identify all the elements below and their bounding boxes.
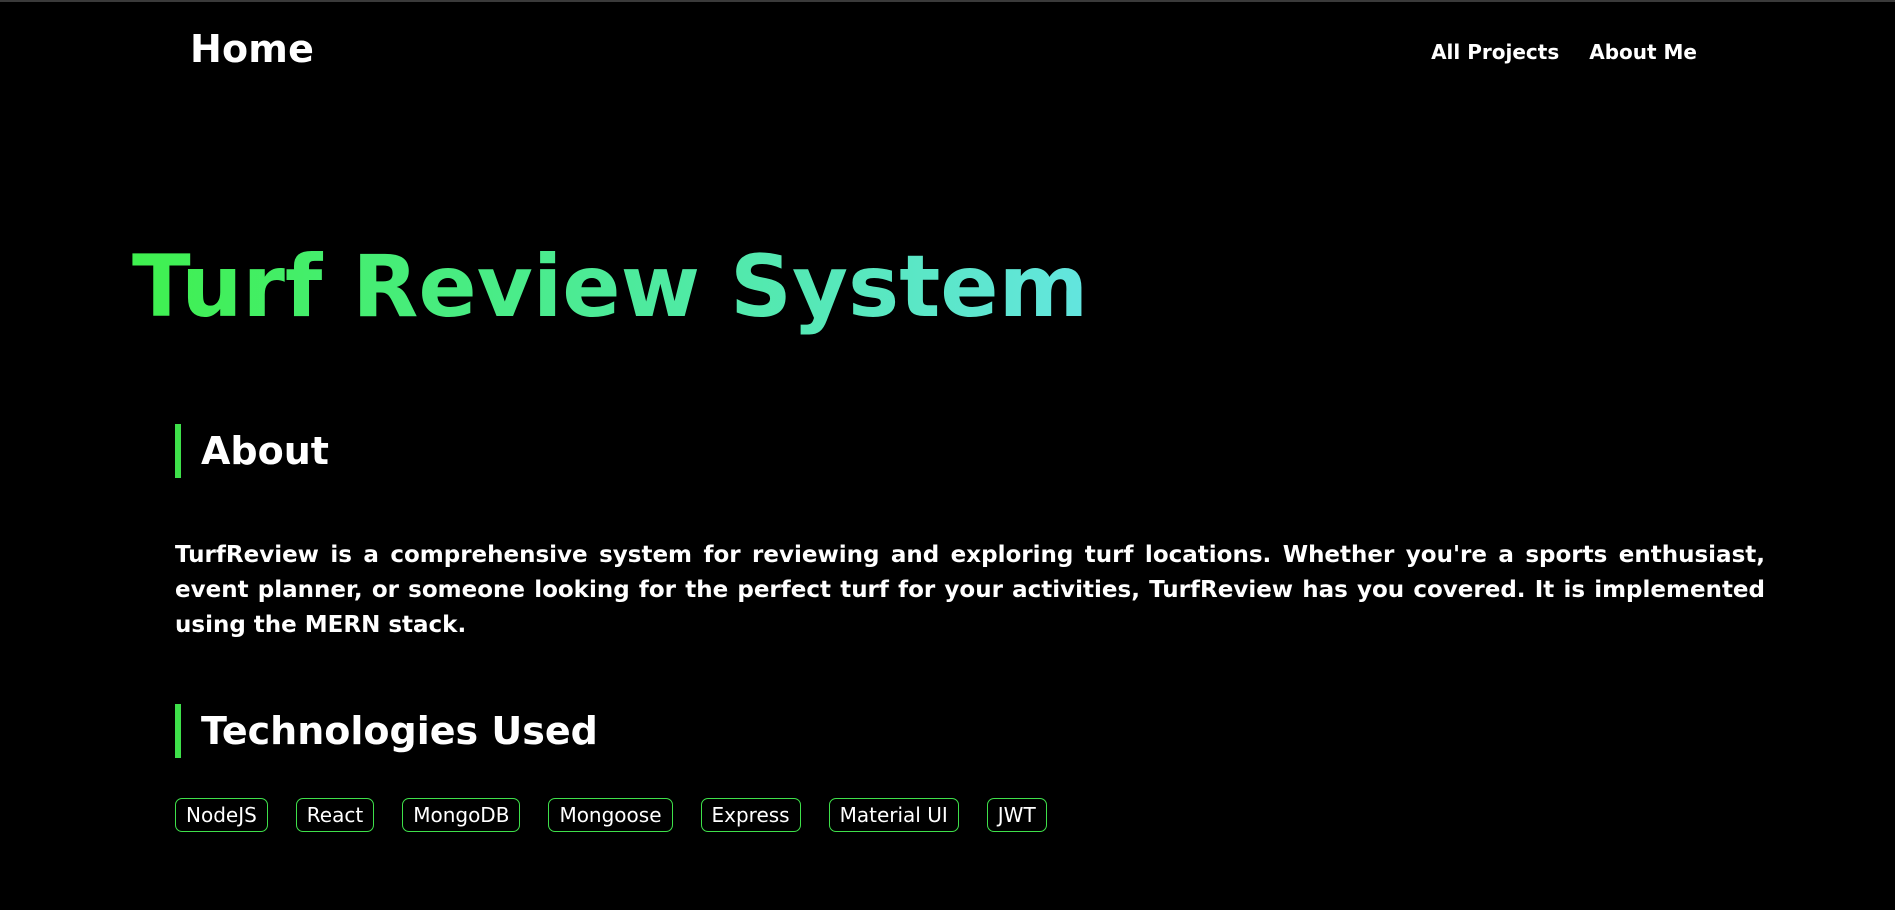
technologies-heading: Technologies Used — [175, 704, 598, 758]
nav-links: All Projects About Me — [1431, 40, 1697, 64]
about-description: TurfReview is a comprehensive system for… — [175, 542, 1765, 638]
tech-tag-react: React — [295, 798, 375, 832]
tech-tag-jwt: JWT — [986, 798, 1047, 832]
about-heading: About — [175, 424, 329, 478]
tech-tag-material-ui: Material UI — [828, 798, 959, 832]
tech-tag-mongodb: MongoDB — [402, 798, 521, 832]
tech-tag-express: Express — [700, 798, 801, 832]
home-link[interactable]: Home — [190, 27, 314, 71]
nav-link-about-me[interactable]: About Me — [1589, 40, 1697, 64]
tech-tag-nodejs: NodeJS — [175, 798, 268, 832]
nav-link-all-projects[interactable]: All Projects — [1431, 40, 1559, 64]
navbar: Home All Projects About Me — [0, 0, 1895, 100]
project-title: Turf Review System — [132, 237, 1089, 337]
tech-tag-mongoose: Mongoose — [548, 798, 673, 832]
technology-tags: NodeJS React MongoDB Mongoose Express Ma… — [175, 798, 1047, 832]
